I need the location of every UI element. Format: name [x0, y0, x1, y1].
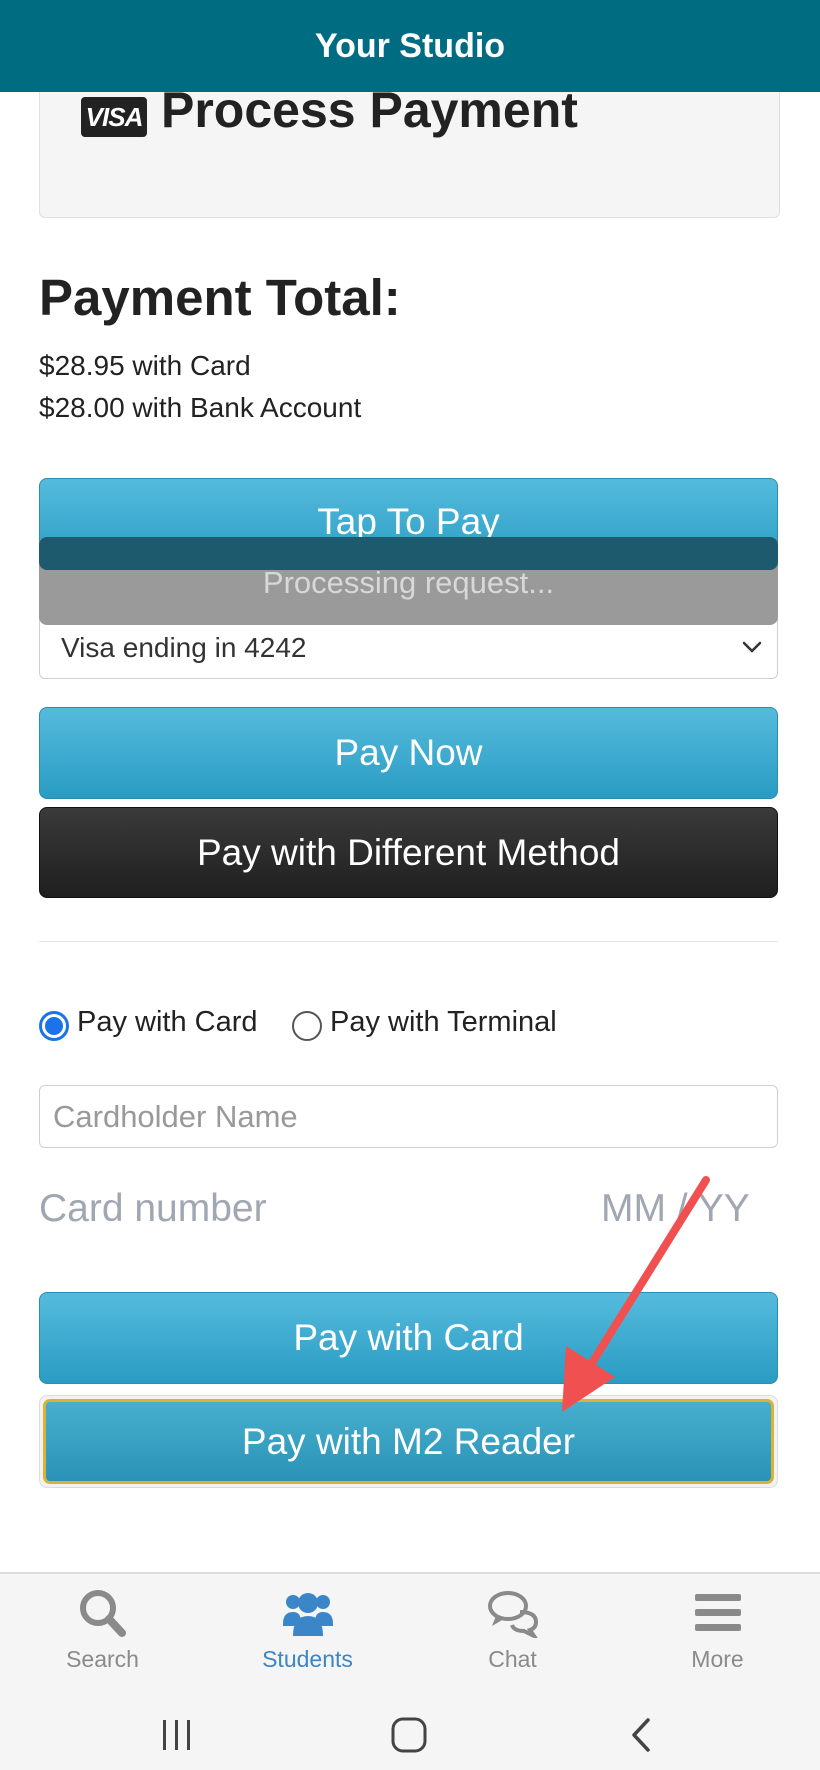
search-icon — [79, 1590, 126, 1637]
nav-search-label: Search — [66, 1646, 139, 1672]
card-number-field[interactable]: Card number — [39, 1187, 267, 1231]
system-navigation-bar — [0, 1680, 820, 1770]
section-divider — [39, 941, 778, 942]
pay-now-button[interactable]: Pay Now — [39, 707, 778, 799]
radio-pay-with-card-label: Pay with Card — [77, 1005, 258, 1038]
home-icon[interactable] — [390, 1716, 428, 1754]
visa-card-icon: VISA — [81, 97, 147, 137]
saved-method-value: Visa ending in 4242 — [61, 632, 307, 663]
users-icon — [282, 1593, 333, 1636]
pay-different-label: Pay with Different Method — [197, 831, 620, 873]
saved-payment-method-select[interactable]: Visa ending in 4242 — [39, 618, 778, 679]
nav-search[interactable]: Search — [0, 1574, 205, 1682]
chat-icon — [487, 1591, 538, 1638]
pay-with-m2-reader-button[interactable]: Pay with M2 Reader — [39, 1395, 778, 1488]
bottom-navigation: Search Students Chat More — [0, 1572, 820, 1682]
radio-pay-with-card[interactable]: Pay with Card — [39, 1000, 258, 1044]
pay-with-m2-reader-inner[interactable]: Pay with M2 Reader — [43, 1399, 774, 1484]
pay-with-card-label: Pay with Card — [293, 1317, 524, 1358]
nav-more-label: More — [691, 1646, 744, 1672]
app-title-bar: Your Studio — [0, 0, 820, 92]
recent-apps-icon[interactable] — [160, 1718, 194, 1752]
nav-chat[interactable]: Chat — [410, 1574, 615, 1682]
chevron-down-icon — [742, 641, 762, 653]
nav-students-label: Students — [262, 1646, 353, 1672]
expiry-field[interactable]: MM / YY — [601, 1187, 750, 1231]
back-icon[interactable] — [626, 1716, 656, 1754]
processing-text: Processing request... — [262, 565, 555, 600]
card-total: $28.95 with Card — [39, 350, 251, 381]
processing-overlay: Processing request... — [39, 537, 778, 625]
radio-button-checked[interactable] — [39, 1011, 69, 1041]
pay-different-method-button[interactable]: Pay with Different Method — [39, 807, 778, 898]
processing-bar — [39, 537, 778, 570]
nav-chat-label: Chat — [488, 1646, 537, 1672]
menu-icon — [694, 1594, 741, 1631]
pay-with-m2-reader-label: Pay with M2 Reader — [241, 1420, 576, 1462]
radio-pay-with-terminal-label: Pay with Terminal — [330, 1005, 557, 1038]
radio-button-unchecked[interactable] — [292, 1011, 322, 1041]
radio-pay-with-terminal[interactable]: Pay with Terminal — [292, 1000, 557, 1044]
nav-more[interactable]: More — [615, 1574, 820, 1682]
bank-total: $28.00 with Bank Account — [39, 392, 362, 423]
app-title: Your Studio — [314, 26, 506, 65]
payment-total-heading: Payment Total: — [39, 269, 401, 326]
pay-now-label: Pay Now — [334, 732, 483, 773]
cardholder-name-field[interactable]: Cardholder Name — [39, 1085, 778, 1148]
nav-students[interactable]: Students — [205, 1574, 410, 1682]
cardholder-name-placeholder: Cardholder Name — [53, 1098, 298, 1134]
pay-with-card-button[interactable]: Pay with Card — [39, 1292, 778, 1384]
